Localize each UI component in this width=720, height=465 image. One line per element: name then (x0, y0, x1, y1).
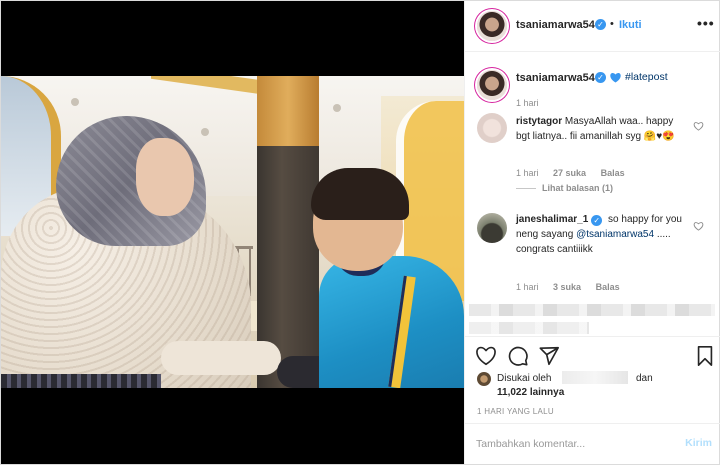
post-time[interactable]: 1 HARI YANG LALU (477, 407, 554, 416)
post-media[interactable] (1, 1, 464, 464)
comment-avatar[interactable] (477, 113, 507, 143)
blue-heart-icon (610, 73, 621, 83)
comment-time[interactable]: 1 hari (516, 168, 539, 178)
comment-meta: 1 hari 27 suka Balas (516, 168, 625, 178)
comment-icon[interactable] (507, 345, 529, 367)
follow-button[interactable]: Ikuti (619, 19, 642, 31)
verified-icon: ✓ (591, 215, 603, 226)
likes-prefix: Disukai oleh (497, 373, 552, 384)
photo-pillar-top (257, 76, 319, 146)
comment-body: janeshalimar_1 ✓ so happy for you neng sa… (516, 212, 686, 257)
caption-hashtag[interactable]: #latepost (625, 71, 668, 83)
comment-likes[interactable]: 27 suka (553, 168, 586, 178)
comment-avatar[interactable] (477, 213, 507, 243)
photo-woman-face (136, 138, 194, 216)
likes-count[interactable]: 11,022 lainnya (497, 387, 564, 398)
more-icon[interactable]: ••• (697, 15, 715, 31)
separator-dot: • (610, 18, 614, 30)
comment-meta: 1 hari 3 suka Balas (516, 282, 620, 292)
share-icon[interactable] (538, 345, 560, 367)
bookmark-icon[interactable] (694, 345, 716, 367)
view-replies-label: Lihat balasan (1) (542, 183, 614, 193)
post-actions (465, 336, 720, 374)
author-username[interactable]: tsaniamarwa54 (516, 19, 595, 31)
caption-username[interactable]: tsaniamarwa54 (516, 72, 595, 84)
reply-button[interactable]: Balas (601, 168, 625, 178)
heart-icon[interactable] (693, 221, 704, 231)
view-replies-button[interactable]: Lihat balasan (1) (516, 183, 613, 193)
blurred-liker (562, 371, 628, 384)
verified-icon: ✓ (595, 72, 606, 83)
comments-list[interactable]: tsaniamarwa54 ✓ #latepost 1 hari ristyta… (465, 52, 720, 336)
liker-avatar[interactable] (477, 372, 491, 386)
post-side-panel: tsaniamarwa54 ✓ • Ikuti ••• tsaniamarwa5… (464, 1, 720, 464)
comment-input[interactable] (476, 436, 656, 452)
post-header: tsaniamarwa54 ✓ • Ikuti ••• (465, 1, 720, 52)
photo-woman-arm (161, 341, 281, 375)
photo-ceiling-light (201, 128, 209, 136)
post-comment-button[interactable]: Kirim (685, 437, 712, 449)
comment-username[interactable]: ristytagor (516, 116, 562, 127)
replies-line (516, 188, 536, 190)
post-photo[interactable] (1, 76, 464, 388)
author-avatar[interactable] (477, 11, 507, 41)
comment-body: ristytagor MasyaAllah waa.. happy bgt li… (516, 114, 686, 144)
likes-joiner: dan (636, 373, 653, 384)
heart-icon[interactable] (475, 345, 497, 367)
photo-ceiling-light (71, 98, 79, 106)
photo-boy-hair (311, 168, 409, 220)
comment-likes[interactable]: 3 suka (553, 282, 581, 292)
photo-ceiling-light (333, 104, 341, 112)
reply-button[interactable]: Balas (596, 282, 620, 292)
comment-time[interactable]: 1 hari (516, 282, 539, 292)
add-comment-bar: Kirim (465, 423, 720, 464)
blurred-comment (469, 304, 715, 316)
comment-username[interactable]: janeshalimar_1 (516, 214, 588, 225)
blurred-comment (469, 322, 589, 334)
heart-icon[interactable] (693, 121, 704, 131)
caption-time[interactable]: 1 hari (516, 98, 539, 108)
caption-avatar[interactable] (477, 70, 507, 100)
comment-mention[interactable]: @tsaniamarwa54 (576, 229, 654, 240)
verified-icon: ✓ (595, 19, 606, 30)
photo-cloth (1, 374, 161, 388)
